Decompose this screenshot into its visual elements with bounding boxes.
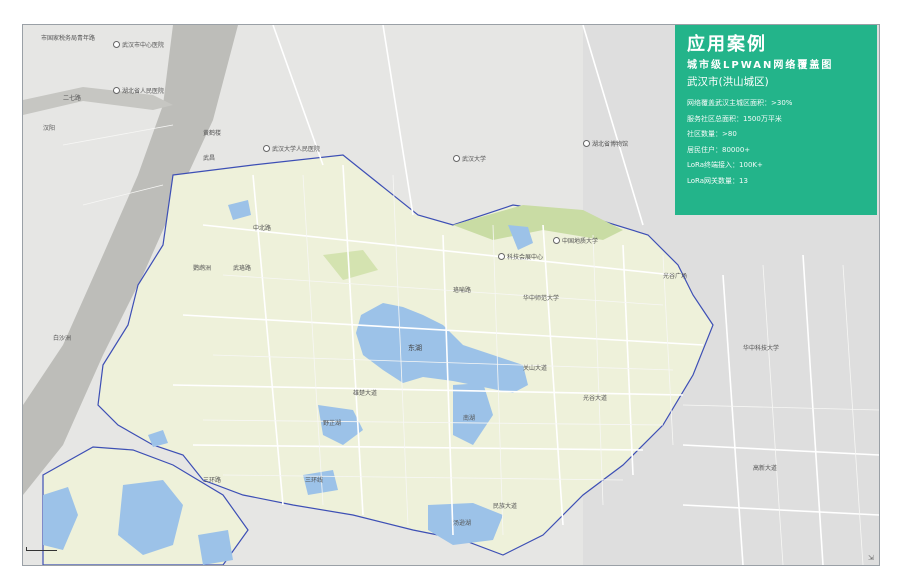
map-label: 市国家税务局青年路 [41,35,96,42]
panel-subtitle: 城市级LPWAN网络覆盖图 [687,60,834,71]
map-label: 华中科技大学 [743,345,780,352]
poi-dot-icon [113,41,120,48]
map-label: 三环路 [203,477,222,484]
map-label: 光谷广场 [663,273,688,280]
corner-resize-icon: ⇲ [868,554,874,562]
map-label: 武汉大学 [453,155,486,163]
map-label: 武珞路 [233,265,252,272]
scale-bar-icon [26,541,57,551]
poi-dot-icon [553,237,560,244]
map-label: 雄楚大道 [353,390,378,397]
panel-title: 应用案例 [687,34,767,55]
map-label: 中国地质大学 [553,237,598,245]
map-label: 武汉市中心医院 [113,41,164,49]
poi-dot-icon [263,145,270,152]
map-label: 光谷大道 [583,395,608,402]
map-label: 三环线 [305,477,324,484]
map-label: 武汉大学人民医院 [263,145,320,153]
map-label: 黄鹤楼 [203,130,222,137]
map-label: 汉阳 [43,125,56,132]
map-label: 中北路 [253,225,272,232]
map-label: 汤逊湖 [453,520,472,527]
stat-service-area: 服务社区总面积：1500万平米 [687,114,782,123]
map-label: 民族大道 [493,503,518,510]
poi-dot-icon [453,155,460,162]
map-label: 科技会展中心 [498,253,543,261]
map-label: 武昌 [203,155,216,162]
scale-bar-line [26,547,57,551]
map-label: 野芷湖 [323,420,342,427]
map-label: 东湖 [408,344,422,352]
map-label: 关山大道 [523,365,548,372]
poi-dot-icon [583,140,590,147]
panel-district: 武汉市(洪山城区) [687,76,769,88]
map-label: 二七路 [63,95,82,102]
info-panel: 应用案例 城市级LPWAN网络覆盖图 武汉市(洪山城区) 网络覆盖武汉主城区面积… [675,25,877,215]
map-label: 湖北省博物馆 [583,140,628,148]
stat-lora-terminals: LoRa终端接入：100K+ [687,161,763,169]
map-label: 珞喻路 [453,287,472,294]
map-label: 南湖 [463,415,476,422]
stat-coverage-area: 网络覆盖武汉主城区面积：>30% [687,99,793,107]
lake-southwest-3 [198,530,233,565]
map-label: 高新大道 [753,465,778,472]
map-label: 华中师范大学 [523,295,560,302]
map-label: 鹦鹉洲 [193,265,212,272]
poi-dot-icon [498,253,505,260]
stat-lora-gateways: LoRa网关数量：13 [687,176,748,185]
poi-dot-icon [113,87,120,94]
stat-households: 居民住户：80000+ [687,145,751,154]
stat-community-count: 社区数量：>80 [687,130,737,138]
map-label: 白沙洲 [53,335,72,342]
map-label: 湖北省人民医院 [113,87,164,95]
